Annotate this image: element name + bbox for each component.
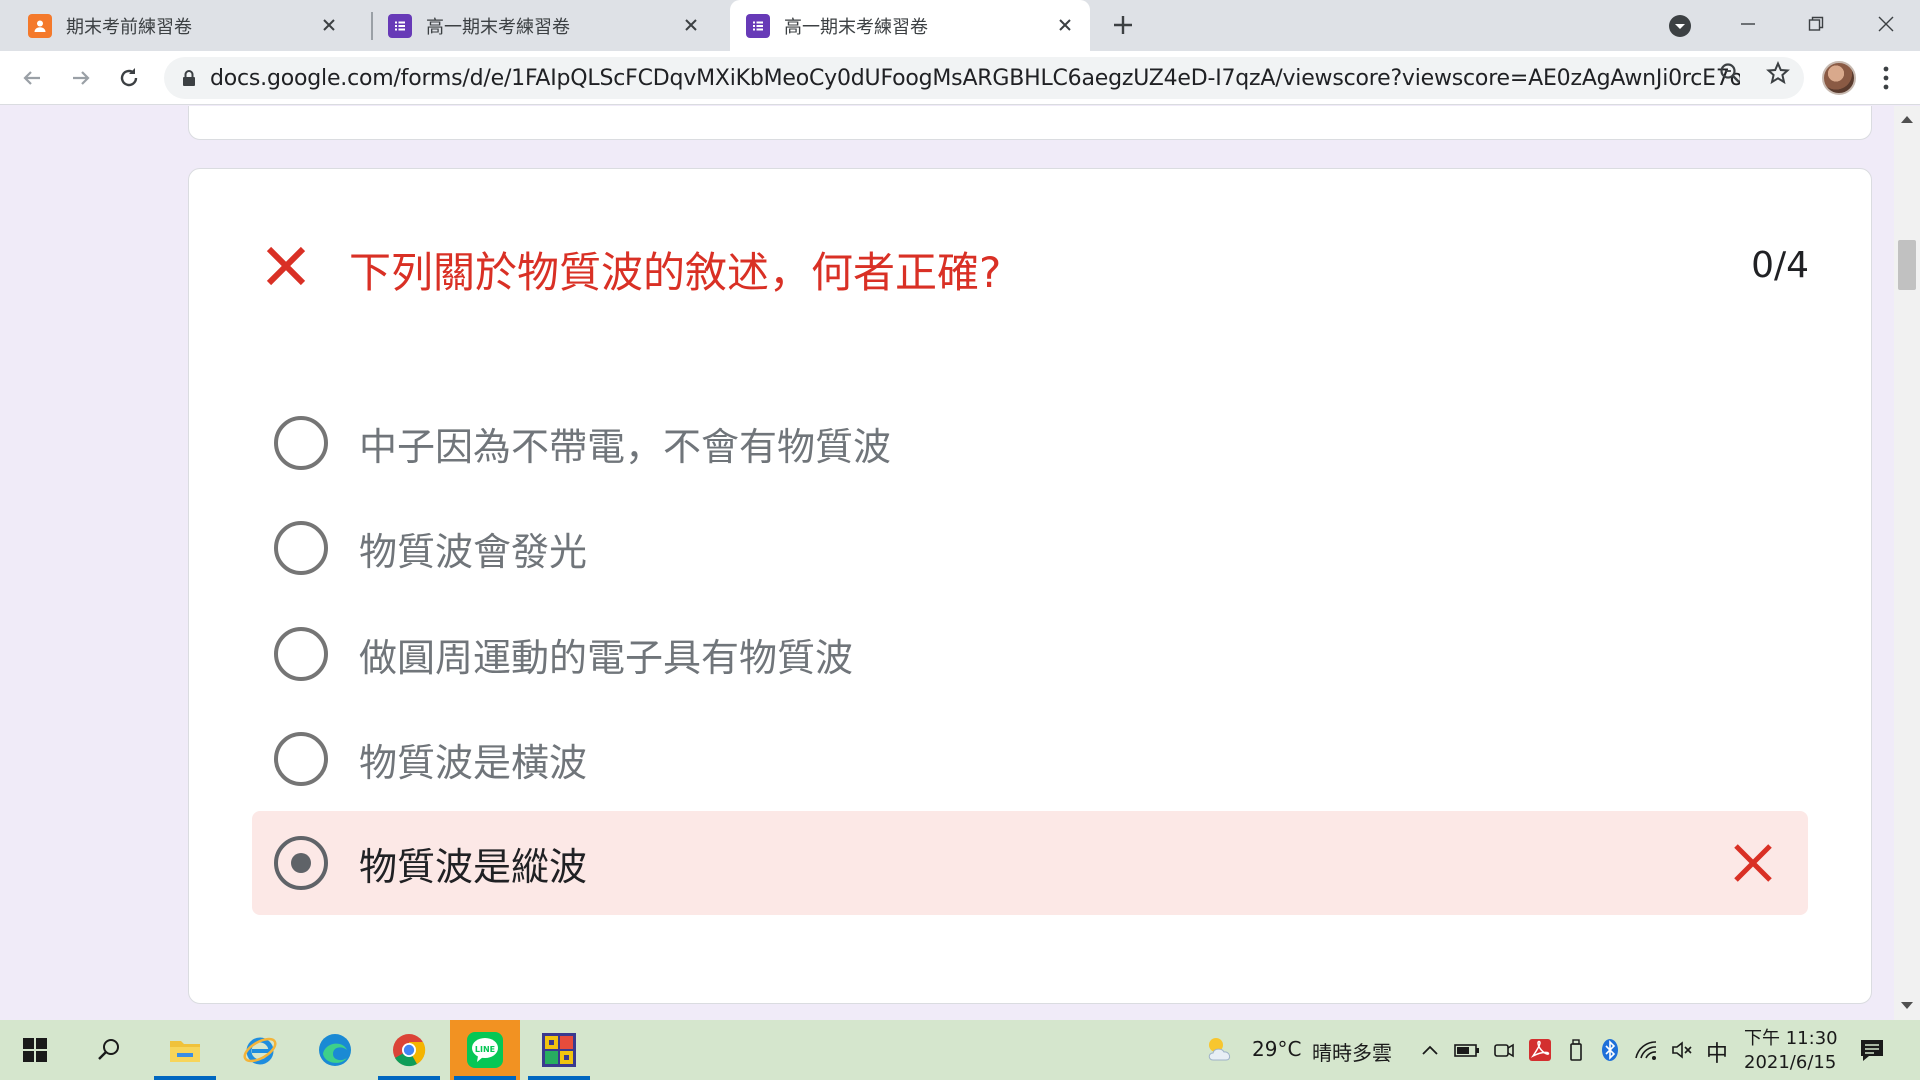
tab-title: 高一期末考練習卷	[426, 16, 570, 38]
option-label: 物質波會發光	[359, 529, 588, 574]
option-2[interactable]: 物質波會發光	[252, 496, 1808, 600]
weather-description: 晴時多雲	[1312, 1041, 1392, 1065]
address-bar[interactable]: docs.google.com/forms/d/e/1FAIpQLScFCDqv…	[164, 57, 1804, 99]
close-tab-icon[interactable]	[318, 14, 340, 36]
option-3[interactable]: 做圓周運動的電子具有物質波	[252, 602, 1808, 706]
ime-indicator[interactable]: 中	[1706, 1036, 1728, 1068]
option-label: 中子因為不帶電，不會有物質波	[359, 424, 892, 469]
option-1[interactable]: 中子因為不帶電，不會有物質波	[252, 391, 1808, 495]
zoom-icon[interactable]	[1718, 61, 1742, 85]
browser-toolbar: docs.google.com/forms/d/e/1FAIpQLScFCDqv…	[0, 51, 1920, 105]
clock-date[interactable]: 2021/6/15	[1744, 1052, 1836, 1073]
radio-button[interactable]	[274, 416, 328, 470]
app-grid-icon[interactable]	[524, 1020, 594, 1080]
tab-2[interactable]: 高一期末考練習卷	[362, 0, 724, 51]
scroll-thumb[interactable]	[1898, 240, 1916, 290]
clock-time[interactable]: 下午 11:30	[1744, 1024, 1838, 1050]
windows-start-icon[interactable]	[0, 1020, 70, 1080]
back-arrow-icon[interactable]	[16, 62, 48, 94]
question-card: 下列關於物質波的敘述，何者正確? 0/4 中子因為不帶電，不會有物質波 物質波會…	[188, 168, 1872, 1004]
windows-taskbar: LINE 29°C 晴時多雲 中 下午 11:30 2021/6/15	[0, 1020, 1920, 1080]
lock-icon	[180, 69, 198, 87]
radio-button[interactable]	[274, 521, 328, 575]
chrome-icon[interactable]	[374, 1020, 444, 1080]
battery-icon[interactable]	[1454, 1038, 1479, 1062]
reload-icon[interactable]	[113, 62, 145, 94]
radio-button[interactable]	[274, 732, 328, 786]
close-window-icon[interactable]	[1866, 6, 1906, 42]
forms-purple-icon	[388, 13, 412, 38]
more-menu-icon[interactable]	[1874, 63, 1898, 93]
meet-now-icon[interactable]	[1492, 1038, 1516, 1062]
chevron-up-icon[interactable]	[1418, 1038, 1442, 1062]
forms-purple-icon	[746, 13, 770, 38]
bluetooth-icon[interactable]	[1598, 1038, 1622, 1062]
tab-3-active[interactable]: 高一期末考練習卷	[730, 0, 1090, 51]
tab-title: 期末考前練習卷	[66, 16, 192, 38]
acrobat-icon[interactable]	[1528, 1038, 1552, 1062]
wrong-answer-x-icon	[1730, 840, 1776, 886]
weather-temperature: 29°C	[1252, 1037, 1302, 1061]
incorrect-x-icon	[261, 241, 311, 291]
option-label: 物質波是縱波	[359, 844, 588, 889]
notification-center-icon[interactable]	[1858, 1036, 1886, 1064]
file-explorer-icon[interactable]	[150, 1020, 220, 1080]
tab-search-icon[interactable]	[1666, 12, 1694, 40]
option-4[interactable]: 物質波是橫波	[252, 707, 1808, 811]
speaker-muted-icon[interactable]	[1670, 1038, 1694, 1062]
option-5-selected[interactable]: 物質波是縱波	[252, 811, 1808, 915]
minimize-icon[interactable]	[1728, 6, 1768, 42]
line-app-icon[interactable]: LINE	[450, 1020, 520, 1080]
usb-drive-icon[interactable]	[1564, 1038, 1588, 1062]
weather-partly-cloudy-icon[interactable]	[1204, 1034, 1238, 1064]
internet-explorer-icon[interactable]	[225, 1020, 295, 1080]
tab-1[interactable]: 期末考前練習卷	[0, 0, 362, 51]
url-text: docs.google.com/forms/d/e/1FAIpQLScFCDqv…	[210, 65, 1740, 91]
forward-arrow-icon[interactable]	[65, 62, 97, 94]
radio-button[interactable]	[274, 627, 328, 681]
tab-title: 高一期末考練習卷	[784, 16, 928, 38]
page-scrollbar[interactable]	[1894, 106, 1920, 1020]
close-tab-icon[interactable]	[1054, 14, 1076, 36]
question-title: 下列關於物質波的敘述，何者正確?	[349, 248, 1002, 297]
new-tab-plus-icon[interactable]	[1108, 10, 1138, 40]
scroll-down-arrow-icon[interactable]	[1901, 1002, 1913, 1009]
restore-icon[interactable]	[1796, 6, 1836, 42]
forms-orange-icon	[28, 13, 52, 38]
option-label: 做圓周運動的電子具有物質波	[359, 635, 854, 680]
scroll-up-arrow-icon[interactable]	[1901, 116, 1913, 123]
option-label: 物質波是橫波	[359, 740, 588, 785]
previous-question-card	[188, 106, 1872, 140]
bookmark-star-icon[interactable]	[1766, 60, 1790, 85]
wifi-icon[interactable]	[1634, 1038, 1658, 1062]
profile-avatar[interactable]	[1822, 61, 1856, 95]
search-icon[interactable]	[74, 1020, 144, 1080]
radio-button-checked[interactable]	[274, 836, 328, 890]
svg-text:LINE: LINE	[475, 1045, 495, 1054]
edge-browser-icon[interactable]	[300, 1020, 370, 1080]
page-viewport: 下列關於物質波的敘述，何者正確? 0/4 中子因為不帶電，不會有物質波 物質波會…	[0, 106, 1920, 1020]
question-score: 0/4	[1751, 245, 1809, 286]
close-tab-icon[interactable]	[680, 14, 702, 36]
browser-tabstrip: 期末考前練習卷 高一期末考練習卷 高一期末考練習卷	[0, 0, 1920, 51]
